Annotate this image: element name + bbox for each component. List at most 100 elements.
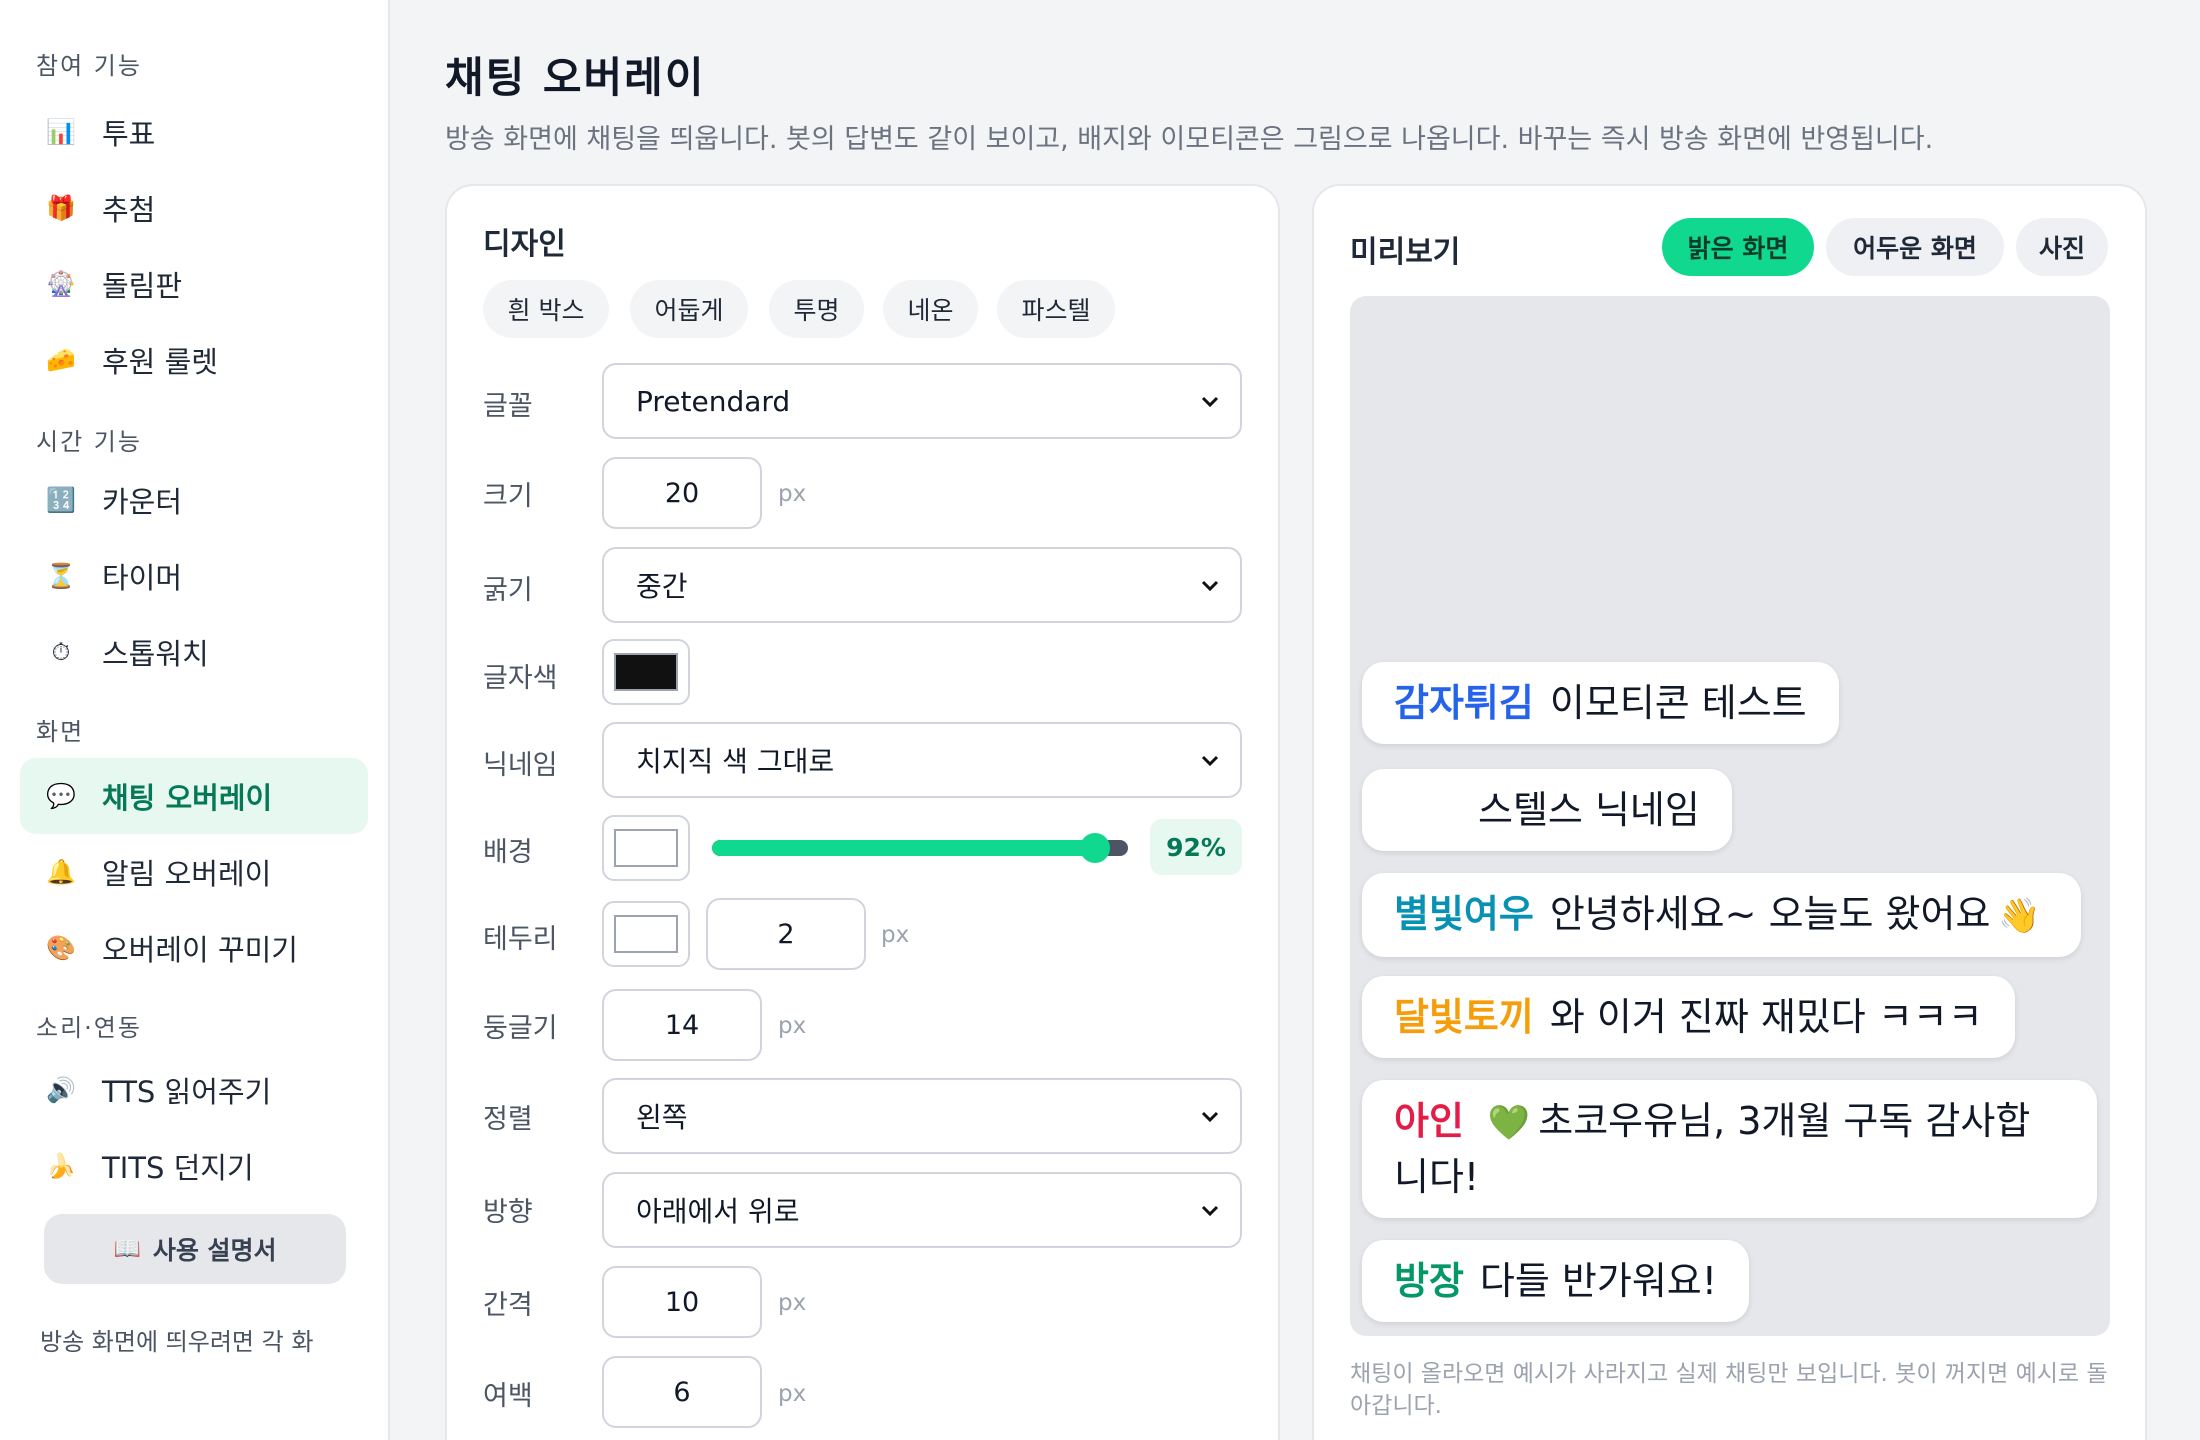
cheese-icon: 🧀 (46, 346, 76, 374)
text-color-label: 글자색 (483, 663, 558, 694)
nickname-label: 닉네임 (483, 750, 558, 781)
slider-fill (712, 840, 1095, 856)
radius-input[interactable]: 14 (602, 989, 762, 1061)
chat-bubble: 스텔스 닉네임 (1362, 769, 1732, 851)
preset-white-box[interactable]: 흰 박스 (483, 280, 609, 338)
direction-label: 방향 (483, 1197, 533, 1228)
font-select[interactable]: Pretendard (602, 363, 1242, 439)
radius-unit: px (778, 1013, 807, 1039)
chat-bubble: 달빛토끼 와 이거 진짜 재밌다 ㅋㅋㅋ (1362, 976, 2015, 1058)
page-description: 방송 화면에 채팅을 띄웁니다. 봇의 답변도 같이 보이고, 배지와 이모티콘… (445, 124, 1934, 155)
align-label: 정렬 (483, 1104, 533, 1135)
border-label: 테두리 (483, 924, 558, 955)
hourglass-icon: ⏳ (46, 562, 76, 590)
padding-input[interactable]: 6 (602, 1356, 762, 1428)
sidebar-item-chat-overlay[interactable]: 💬 채팅 오버레이 (20, 758, 368, 834)
manual-button-label: 사용 설명서 (152, 1236, 277, 1265)
chevron-down-icon (1201, 1111, 1219, 1123)
chat-text: 다들 반가워요! (1479, 1259, 1717, 1303)
preset-dark[interactable]: 어둡게 (630, 280, 748, 338)
nickname-select[interactable]: 치지직 색 그대로 (602, 722, 1242, 798)
tab-photo[interactable]: 사진 (2016, 218, 2108, 276)
sidebar-item-draw[interactable]: 🎁 추첨 (20, 170, 368, 246)
size-input[interactable]: 20 (602, 457, 762, 529)
sidebar-item-counter[interactable]: 🔢 카운터 (20, 462, 368, 538)
preview-note: 채팅이 올라오면 예시가 사라지고 실제 채팅만 보입니다. 봇이 꺼지면 예시… (1350, 1361, 2108, 1419)
sidebar-item-stopwatch[interactable]: ⏱ 스톱워치 (20, 614, 368, 690)
speech-bubble-icon: 💬 (46, 782, 76, 810)
border-color-picker[interactable] (602, 901, 690, 967)
preset-pastel[interactable]: 파스텔 (997, 280, 1115, 338)
size-label: 크기 (483, 481, 533, 512)
waving-hand-icon: 👋 (1998, 896, 2041, 936)
background-color-picker[interactable] (602, 815, 690, 881)
sidebar-item-alert-overlay[interactable]: 🔔 알림 오버레이 (20, 834, 368, 910)
green-heart-badge-icon: 💚 (1487, 1103, 1531, 1143)
chat-bubble: 방장 다들 반가워요! (1362, 1240, 1749, 1322)
nickname-select-value: 치지직 색 그대로 (636, 745, 835, 778)
sidebar-item-label: 타이머 (102, 561, 183, 595)
sidebar-item-tts[interactable]: 🔊 TTS 읽어주기 (20, 1052, 368, 1128)
slider-thumb[interactable] (1080, 833, 1110, 863)
gift-icon: 🎁 (46, 194, 76, 222)
sidebar-section-participation: 참여 기능 (36, 52, 142, 80)
chat-text: 안녕하세요~ 오늘도 왔어요 (1549, 892, 1991, 936)
sidebar-item-label: 투표 (102, 117, 156, 151)
border-unit: px (881, 922, 910, 948)
weight-select[interactable]: 중간 (602, 547, 1242, 623)
sidebar-item-label: 채팅 오버레이 (102, 781, 273, 815)
text-color-picker[interactable] (602, 639, 690, 705)
tab-dark[interactable]: 어두운 화면 (1826, 218, 2004, 276)
chat-bubble: 별빛여우 안녕하세요~ 오늘도 왔어요 👋 (1362, 873, 2081, 957)
sidebar-item-label: TITS 던지기 (102, 1151, 254, 1185)
speaker-icon: 🔊 (46, 1076, 76, 1104)
border-width-input[interactable]: 2 (706, 898, 866, 970)
align-select[interactable]: 왼쪽 (602, 1078, 1242, 1154)
chevron-down-icon (1201, 1205, 1219, 1217)
chat-nickname: 달빛토끼 (1394, 995, 1534, 1039)
stopwatch-icon: ⏱ (51, 638, 71, 666)
gap-unit: px (778, 1290, 807, 1316)
align-select-value: 왼쪽 (636, 1101, 688, 1134)
sidebar-item-label: 스톱워치 (102, 637, 209, 671)
preset-transparent[interactable]: 투명 (769, 280, 864, 338)
numbers-icon: 🔢 (46, 486, 76, 514)
chat-nickname: 별빛여우 (1394, 892, 1534, 936)
preset-neon[interactable]: 네온 (883, 280, 978, 338)
palette-icon: 🎨 (46, 934, 76, 962)
sidebar-note: 방송 화면에 띄우려면 각 화 (40, 1328, 314, 1356)
chart-icon: 📊 (46, 118, 76, 146)
gap-label: 간격 (483, 1290, 533, 1321)
book-icon: 📖 (113, 1236, 141, 1262)
padding-label: 여백 (483, 1381, 533, 1412)
sidebar-item-vote[interactable]: 📊 투표 (20, 94, 368, 170)
sidebar-item-label: TTS 읽어주기 (102, 1075, 272, 1109)
sidebar-item-wheel[interactable]: 🎡 돌림판 (20, 246, 368, 322)
sidebar-item-label: 알림 오버레이 (102, 857, 272, 891)
chat-text: 스텔스 닉네임 (1478, 788, 1700, 832)
sidebar-item-timer[interactable]: ⏳ 타이머 (20, 538, 368, 614)
preview-title: 미리보기 (1350, 235, 1461, 270)
manual-button[interactable]: 📖 사용 설명서 (44, 1214, 346, 1284)
bell-icon: 🔔 (46, 858, 76, 886)
size-unit: px (778, 481, 807, 507)
sidebar-item-tits[interactable]: 🍌 TITS 던지기 (20, 1128, 368, 1204)
gap-input[interactable]: 10 (602, 1266, 762, 1338)
chat-text: 와 이거 진짜 재밌다 ㅋㅋㅋ (1549, 995, 1983, 1039)
sidebar-item-donation-roulette[interactable]: 🧀 후원 룰렛 (20, 322, 368, 398)
tab-light[interactable]: 밝은 화면 (1662, 218, 1814, 276)
page-title: 채팅 오버레이 (445, 53, 706, 102)
sidebar-item-overlay-decorate[interactable]: 🎨 오버레이 꾸미기 (20, 910, 368, 986)
weight-label: 굵기 (483, 575, 533, 606)
direction-select[interactable]: 아래에서 위로 (602, 1172, 1242, 1248)
chat-nickname: 감자튀김 (1394, 681, 1534, 725)
background-opacity-slider[interactable] (712, 833, 1128, 863)
background-color-fill (614, 829, 678, 867)
background-label: 배경 (483, 837, 533, 868)
text-color-fill (614, 653, 678, 691)
sidebar: 참여 기능 📊 투표 🎁 추첨 🎡 돌림판 🧀 후원 룰렛 시간 기능 🔢 카운터 ⏳ 타이… (0, 0, 390, 1440)
chevron-down-icon (1201, 580, 1219, 592)
sidebar-section-screen: 화면 (36, 718, 85, 746)
weight-select-value: 중간 (636, 570, 688, 603)
radius-label: 둥글기 (483, 1013, 558, 1044)
